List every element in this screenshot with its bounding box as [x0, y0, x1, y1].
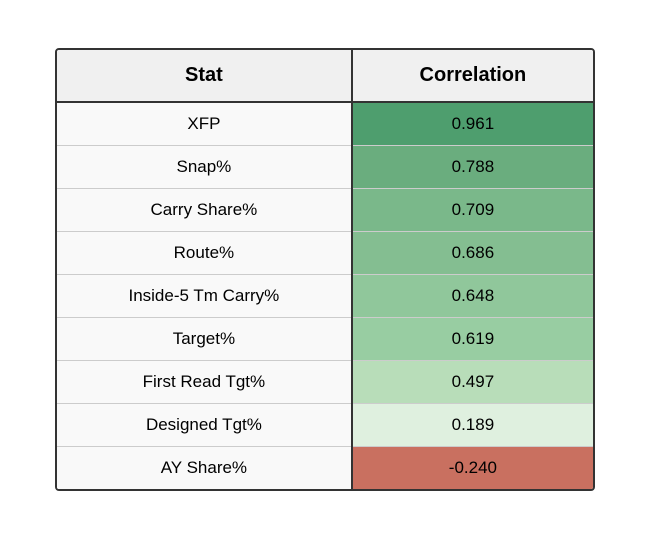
correlation-cell: 0.189 [352, 403, 593, 446]
table-row: AY Share%-0.240 [57, 446, 593, 489]
correlation-cell: 0.686 [352, 231, 593, 274]
stat-cell: XFP [57, 102, 352, 146]
table-row: Target%0.619 [57, 317, 593, 360]
correlation-cell: 0.788 [352, 145, 593, 188]
table-row: Designed Tgt%0.189 [57, 403, 593, 446]
correlation-cell: 0.619 [352, 317, 593, 360]
stat-cell: Snap% [57, 145, 352, 188]
stat-cell: Target% [57, 317, 352, 360]
stat-cell: Carry Share% [57, 188, 352, 231]
correlation-cell: 0.497 [352, 360, 593, 403]
correlation-cell: 0.961 [352, 102, 593, 146]
correlation-table: Stat Correlation XFP0.961Snap%0.788Carry… [55, 48, 595, 491]
correlation-cell: 0.709 [352, 188, 593, 231]
correlation-header: Correlation [352, 50, 593, 102]
correlation-cell: -0.240 [352, 446, 593, 489]
table-row: XFP0.961 [57, 102, 593, 146]
table-row: Inside-5 Tm Carry%0.648 [57, 274, 593, 317]
stat-header: Stat [57, 50, 352, 102]
table-row: Carry Share%0.709 [57, 188, 593, 231]
stat-cell: First Read Tgt% [57, 360, 352, 403]
stat-cell: Designed Tgt% [57, 403, 352, 446]
table-row: First Read Tgt%0.497 [57, 360, 593, 403]
correlation-cell: 0.648 [352, 274, 593, 317]
stat-cell: Inside-5 Tm Carry% [57, 274, 352, 317]
stat-cell: Route% [57, 231, 352, 274]
table-row: Route%0.686 [57, 231, 593, 274]
stat-cell: AY Share% [57, 446, 352, 489]
table-row: Snap%0.788 [57, 145, 593, 188]
